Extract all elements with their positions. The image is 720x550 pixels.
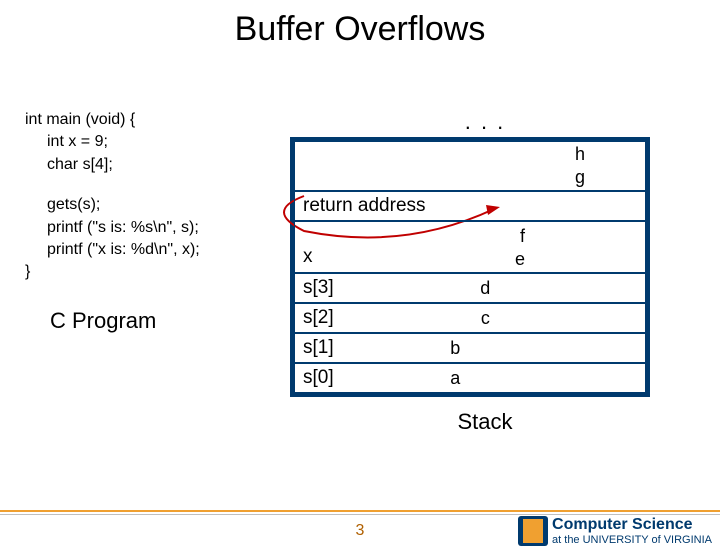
stack-value-g: g xyxy=(575,167,585,188)
stack-row-return: return address xyxy=(294,191,646,221)
stack-s1-label: s[1] xyxy=(303,337,334,359)
code-line-1: int main (void) { xyxy=(25,109,290,131)
code-line-2: int x = 9; xyxy=(25,131,290,153)
code-line-5: printf ("s is: %s\n", s); xyxy=(25,217,290,239)
stack-x-label: x xyxy=(303,246,313,270)
stack-value-d: d xyxy=(334,278,637,299)
stack-row-x: x f e xyxy=(294,221,646,273)
stack-return-label: return address xyxy=(303,195,426,217)
stack-row-top: h g xyxy=(294,141,646,191)
code-line-3: char s[4]; xyxy=(25,154,290,176)
code-block-decl: int main (void) { int x = 9; char s[4]; xyxy=(25,109,290,176)
logo: Computer Science at the UNIVERSITY of VI… xyxy=(518,516,712,546)
stack-s3-label: s[3] xyxy=(303,277,334,299)
code-block-body: gets(s); printf ("s is: %s\n", s); print… xyxy=(25,194,290,284)
stack-row-s0: s[0] a xyxy=(294,363,646,393)
logo-text: Computer Science at the UNIVERSITY of VI… xyxy=(552,516,712,546)
code-column: int main (void) { int x = 9; char s[4]; … xyxy=(10,109,290,435)
code-line-7: } xyxy=(25,261,290,283)
program-label: C Program xyxy=(25,306,290,337)
stack-value-a: a xyxy=(334,368,637,389)
stack-label: Stack xyxy=(290,409,680,435)
page-title: Buffer Overflows xyxy=(0,10,720,49)
code-line-6: printf ("x is: %d\n", x); xyxy=(25,239,290,261)
stack-row-s2: s[2] c xyxy=(294,303,646,333)
stack-value-f: f xyxy=(520,226,525,247)
stack-value-h: h xyxy=(575,144,585,165)
stack-row-s1: s[1] b xyxy=(294,333,646,363)
stack-dots: . . . xyxy=(290,109,680,135)
uva-logo-icon xyxy=(518,516,548,546)
footer: 3 Computer Science at the UNIVERSITY of … xyxy=(0,510,720,550)
stack-column: . . . h g return address x f e s[3] d xyxy=(290,109,680,435)
stack-value-b: b xyxy=(334,338,637,359)
stack-table: h g return address x f e s[3] d s[2] c s… xyxy=(290,137,650,397)
logo-text-top: Computer Science xyxy=(552,516,712,534)
stack-s2-label: s[2] xyxy=(303,307,334,329)
content-area: int main (void) { int x = 9; char s[4]; … xyxy=(0,109,720,435)
stack-value-e: e xyxy=(515,249,525,270)
page-number: 3 xyxy=(356,522,365,540)
stack-row-s3: s[3] d xyxy=(294,273,646,303)
stack-s0-label: s[0] xyxy=(303,367,334,389)
stack-value-c: c xyxy=(334,308,637,329)
code-line-4: gets(s); xyxy=(25,194,290,216)
footer-divider xyxy=(0,514,720,515)
